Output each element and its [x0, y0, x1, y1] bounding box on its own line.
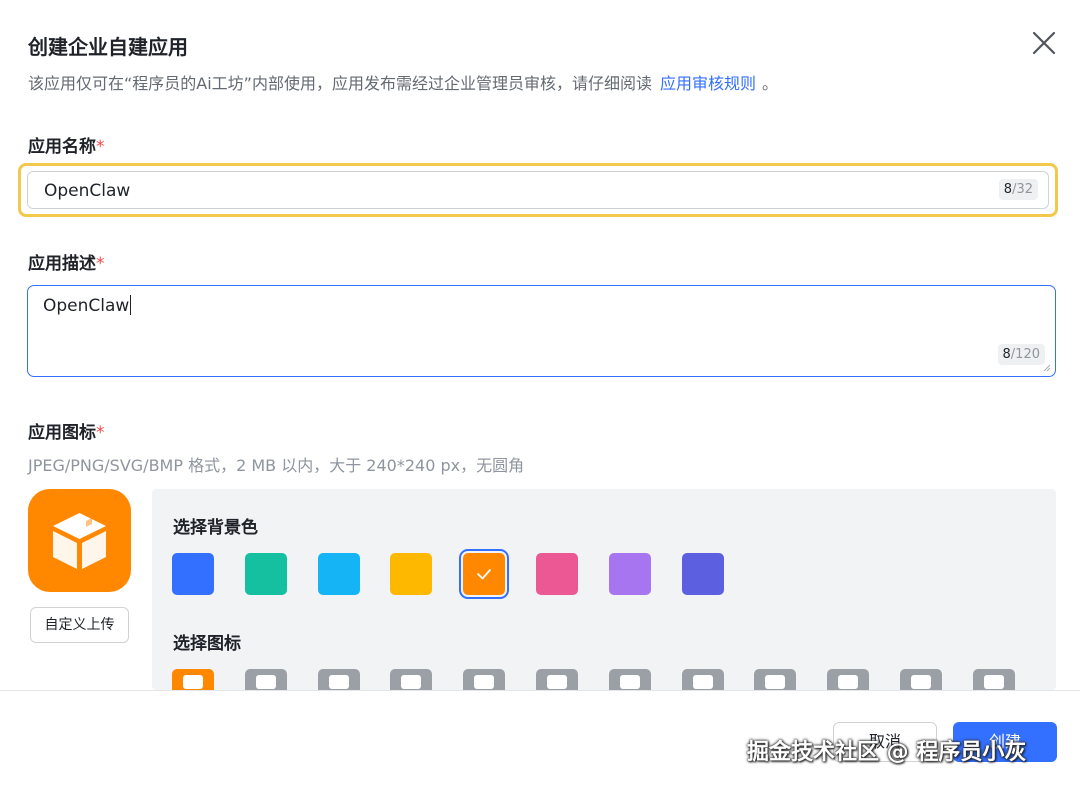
app-name-count-current: 8: [1003, 182, 1013, 197]
close-icon[interactable]: [1030, 29, 1058, 57]
color-swatch[interactable]: [390, 553, 433, 595]
required-mark: *: [96, 137, 105, 157]
app-desc-text: OpenClaw: [43, 296, 130, 316]
color-swatch[interactable]: [172, 553, 214, 595]
app-name-label: 应用名称*: [28, 132, 105, 157]
icon-glyph: [911, 675, 931, 689]
robot-icon[interactable]: [244, 669, 287, 690]
icon-format-hint: JPEG/PNG/SVG/BMP 格式，2 MB 以内，大于 240*240 p…: [28, 456, 525, 475]
dialog-title: 创建企业自建应用: [28, 35, 188, 59]
star-icon[interactable]: [754, 669, 797, 690]
icon-glyph: [983, 675, 1004, 689]
color-swatch[interactable]: [536, 553, 578, 595]
subtitle-period: 。: [762, 74, 779, 93]
cube-icon[interactable]: [172, 669, 214, 690]
watermark: 掘金技术社区 @ 程序员小灰: [747, 740, 1027, 765]
dialog-subtitle: 该应用仅可在“程序员的Ai工坊”内部使用，应用发布需经过企业管理员审核，请仔细阅…: [28, 70, 778, 94]
color-swatch[interactable]: [244, 553, 287, 595]
checkbox-icon[interactable]: [608, 669, 651, 690]
required-mark: *: [96, 423, 105, 443]
app-name-label-text: 应用名称: [28, 137, 96, 157]
app-desc-value: OpenClaw: [43, 295, 132, 316]
icon-glyph: [328, 675, 349, 689]
color-swatch[interactable]: [608, 553, 651, 595]
icon-glyph: [547, 675, 567, 689]
document-icon[interactable]: [972, 669, 1015, 690]
app-desc-counter: 8/120: [997, 344, 1045, 365]
book-icon[interactable]: [390, 669, 433, 690]
home-icon[interactable]: [536, 669, 578, 690]
review-rules-link[interactable]: 应用审核规则: [660, 74, 756, 93]
icon-glyph: [838, 675, 859, 689]
app-desc-count-max: /120: [1010, 347, 1040, 362]
icon-select-title: 选择图标: [173, 634, 241, 654]
app-icon-preview: [28, 489, 131, 592]
app-name-value: OpenClaw: [44, 181, 131, 201]
wrench-icon[interactable]: [900, 669, 942, 690]
bg-color-title: 选择背景色: [173, 518, 258, 538]
custom-upload-button[interactable]: 自定义上传: [30, 607, 129, 643]
icon-glyph: [765, 675, 786, 689]
app-name-counter: 8/32: [998, 179, 1038, 200]
app-desc-label: 应用描述*: [28, 249, 105, 274]
icon-glyph: [474, 675, 495, 689]
icon-glyph: [692, 675, 713, 689]
app-name-count-max: /32: [1012, 182, 1033, 197]
color-swatch[interactable]: [459, 549, 510, 599]
subtitle-text: 该应用仅可在“程序员的Ai工坊”内部使用，应用发布需经过企业管理员审核，请仔细阅…: [28, 74, 652, 93]
required-mark: *: [96, 254, 105, 274]
app-name-focus-ring: OpenClaw 8/32: [18, 163, 1058, 217]
briefcase-icon[interactable]: [463, 669, 506, 690]
color-swatch[interactable]: [681, 553, 724, 595]
icon-glyph: [401, 675, 422, 689]
app-icon-label: 应用图标*: [28, 418, 105, 443]
tag-icon[interactable]: [827, 669, 870, 690]
compass-icon[interactable]: [317, 669, 360, 690]
text-caret: [130, 295, 132, 315]
app-name-input[interactable]: OpenClaw 8/32: [27, 171, 1049, 209]
resize-handle-icon[interactable]: [1043, 364, 1051, 372]
app-desc-count-current: 8: [1002, 347, 1011, 362]
app-desc-label-text: 应用描述: [28, 254, 96, 274]
color-swatch[interactable]: [317, 553, 360, 595]
cube-icon: [53, 513, 106, 569]
app-desc-textarea[interactable]: OpenClaw 8/120: [27, 285, 1056, 377]
icon-glyph: [255, 675, 276, 689]
pie-icon[interactable]: [681, 669, 724, 690]
icon-glyph: [619, 675, 640, 689]
check-icon: [477, 569, 492, 580]
icon-style-picker: 选择背景色 选择图标: [152, 489, 1056, 690]
icon-glyph: [183, 675, 203, 689]
app-icon-label-text: 应用图标: [28, 423, 96, 443]
footer-divider: [0, 690, 1080, 691]
